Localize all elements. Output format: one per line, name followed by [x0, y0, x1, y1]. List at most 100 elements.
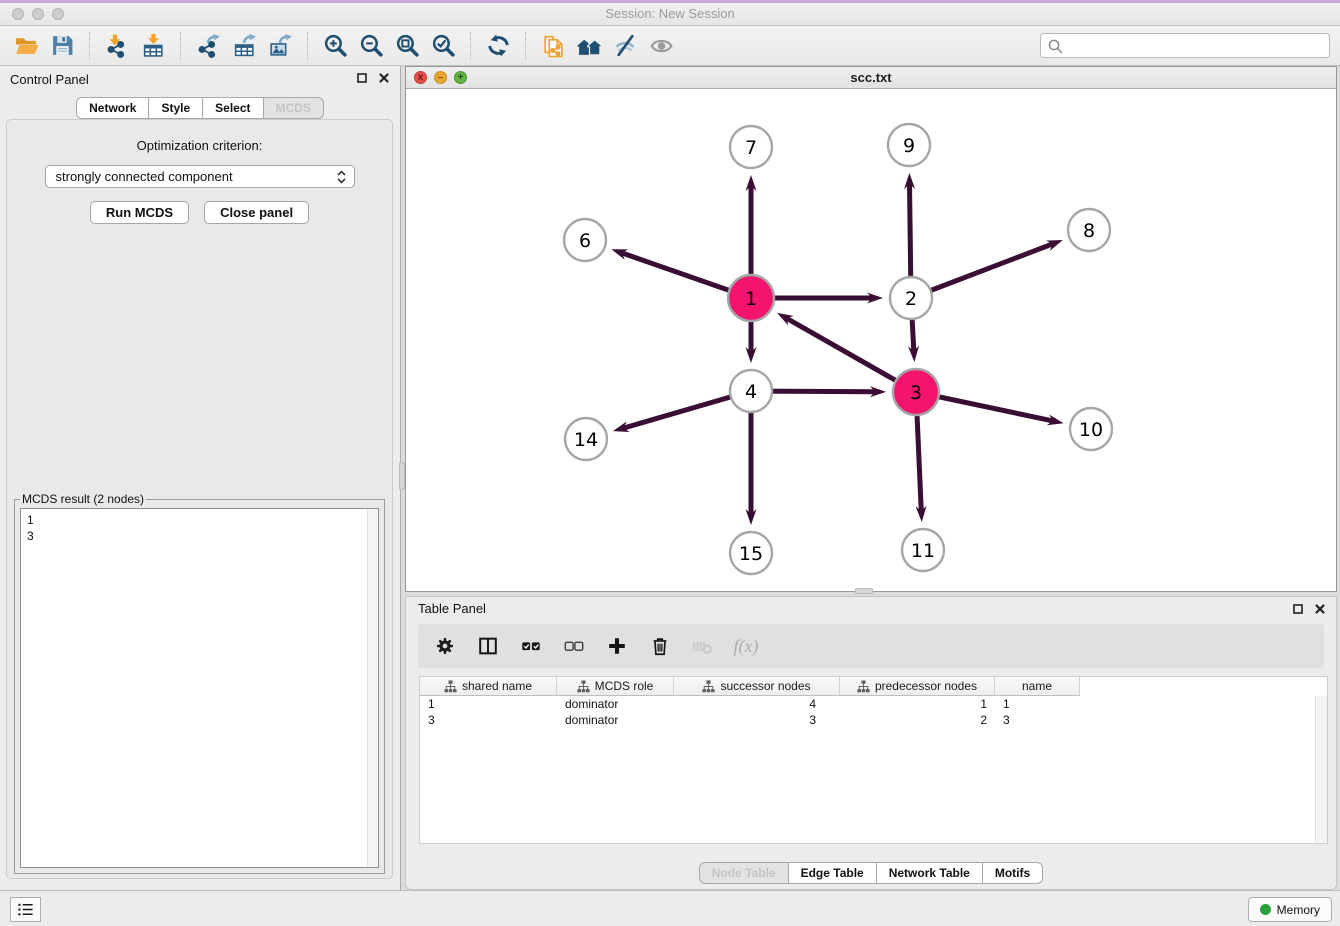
table-row[interactable]: 1dominator411: [420, 696, 1327, 712]
network-canvas[interactable]: 7 9 6 8 1 2 4 3 14 10 15 11: [406, 89, 1336, 591]
table-cell: dominator: [557, 696, 674, 712]
import-network-icon: [105, 33, 130, 58]
graph-node-label: 4: [745, 381, 757, 403]
tab-network[interactable]: Network: [76, 97, 149, 119]
tab-mcds[interactable]: MCDS: [263, 97, 324, 119]
table-vertical-scrollbar[interactable]: [1315, 696, 1327, 843]
graph-node-6[interactable]: 6: [564, 219, 606, 261]
table-tab-node-table[interactable]: Node Table: [699, 862, 789, 884]
table-tab-motifs[interactable]: Motifs: [982, 862, 1043, 884]
graph-node-label: 2: [905, 288, 917, 310]
float-panel-icon[interactable]: [356, 72, 368, 84]
tab-select[interactable]: Select: [202, 97, 263, 119]
refresh-network-button[interactable]: [480, 29, 516, 63]
hide-selected-button[interactable]: [607, 29, 643, 63]
import-network-button[interactable]: [99, 29, 135, 63]
memory-status-icon: [1260, 904, 1271, 915]
graph-node-4[interactable]: 4: [730, 370, 772, 412]
graph-node-15[interactable]: 15: [730, 532, 772, 574]
column-header-successor-nodes[interactable]: successor nodes: [674, 677, 840, 696]
vertical-splitter-handle[interactable]: [399, 462, 405, 490]
split-view-button[interactable]: [475, 633, 501, 659]
column-label: successor nodes: [720, 679, 810, 693]
delete-column-button[interactable]: [647, 633, 673, 659]
close-panel-button[interactable]: Close panel: [204, 201, 309, 224]
zoom-in-button[interactable]: [317, 29, 353, 63]
export-image-button[interactable]: [262, 29, 298, 63]
graph-node-label: 10: [1079, 419, 1103, 441]
table-row[interactable]: 3dominator323: [420, 712, 1327, 728]
graph-node-14[interactable]: 14: [565, 418, 607, 460]
column-label: shared name: [462, 679, 532, 693]
toolbar-separator: [89, 32, 90, 60]
table-cell: 1: [420, 696, 557, 712]
search-input[interactable]: [1067, 35, 1325, 56]
select-all-button[interactable]: [518, 633, 544, 659]
gear-button[interactable]: [432, 633, 458, 659]
mcds-result-scrollbar[interactable]: [367, 509, 378, 867]
function-builder-label: f(x): [734, 636, 759, 657]
table-panel-tabs: Node TableEdge TableNetwork TableMotifs: [406, 862, 1336, 884]
search-icon: [1047, 38, 1063, 54]
org-chart-icon: [857, 680, 870, 693]
column-header-mcds-role[interactable]: MCDS role: [557, 677, 674, 696]
export-network-button[interactable]: [190, 29, 226, 63]
run-mcds-button[interactable]: Run MCDS: [90, 201, 189, 224]
graph-node-10[interactable]: 10: [1070, 408, 1112, 450]
graph-node-label: 9: [903, 135, 915, 157]
unselect-all-button[interactable]: [561, 633, 587, 659]
save-session-icon: [50, 33, 75, 58]
table-cell: 3: [420, 712, 557, 728]
network-view-window: x – + scc.txt 7 9 6 8 1 2 4 3 14 10 15 11: [405, 66, 1337, 592]
close-panel-icon[interactable]: [378, 72, 390, 84]
memory-button[interactable]: Memory: [1248, 897, 1332, 922]
export-table-button[interactable]: [226, 29, 262, 63]
table-header-row: shared name MCDS role successor nodes pr…: [420, 677, 1327, 696]
task-history-button[interactable]: [10, 897, 41, 922]
save-session-button[interactable]: [44, 29, 80, 63]
graph-node-label: 3: [910, 382, 922, 404]
table-tab-edge-table[interactable]: Edge Table: [788, 862, 877, 884]
show-all-button[interactable]: [643, 29, 679, 63]
unselect-all-icon: [563, 635, 585, 657]
graph-node-label: 15: [739, 543, 763, 565]
graph-node-2[interactable]: 2: [890, 277, 932, 319]
tab-style[interactable]: Style: [148, 97, 203, 119]
network-window-titlebar[interactable]: x – + scc.txt: [406, 67, 1336, 89]
optimization-select[interactable]: strongly connected component: [45, 165, 355, 188]
float-panel-icon[interactable]: [1292, 603, 1304, 615]
zoom-selected-button[interactable]: [425, 29, 461, 63]
mcds-result-area[interactable]: 1 3: [20, 508, 379, 868]
graph-node-11[interactable]: 11: [902, 529, 944, 571]
import-table-icon: [141, 33, 166, 58]
add-column-button[interactable]: [604, 633, 630, 659]
titlebar-accent-strip: [0, 0, 1340, 3]
graph-node-7[interactable]: 7: [730, 126, 772, 168]
graph-node-label: 14: [574, 429, 598, 451]
graph-node-1[interactable]: 1: [728, 275, 774, 321]
import-table-button[interactable]: [135, 29, 171, 63]
horizontal-splitter-handle[interactable]: [855, 588, 873, 594]
new-network-from-selection-button[interactable]: [535, 29, 571, 63]
first-neighbors-button[interactable]: [571, 29, 607, 63]
application-window: Session: New Session: [0, 0, 1340, 926]
column-header-name[interactable]: name: [995, 677, 1080, 696]
zoom-fit-button[interactable]: [389, 29, 425, 63]
graph-edge-2-8[interactable]: [911, 240, 1063, 298]
window-titlebar: Session: New Session: [0, 0, 1340, 26]
graph-node-8[interactable]: 8: [1068, 209, 1110, 251]
column-header-shared-name[interactable]: shared name: [420, 677, 557, 696]
column-header-predecessor-nodes[interactable]: predecessor nodes: [840, 677, 995, 696]
table-cell: dominator: [557, 712, 674, 728]
open-file-button[interactable]: [8, 29, 44, 63]
table-tab-network-table[interactable]: Network Table: [876, 862, 983, 884]
table-cell: 3: [674, 712, 840, 728]
graph-node-9[interactable]: 9: [888, 124, 930, 166]
zoom-out-button[interactable]: [353, 29, 389, 63]
graph-node-3[interactable]: 3: [893, 369, 939, 415]
window-title: Session: New Session: [0, 6, 1340, 21]
export-image-icon: [268, 33, 293, 58]
close-panel-icon[interactable]: [1314, 603, 1326, 615]
org-chart-icon: [444, 680, 457, 693]
graph-node-label: 1: [745, 288, 757, 310]
